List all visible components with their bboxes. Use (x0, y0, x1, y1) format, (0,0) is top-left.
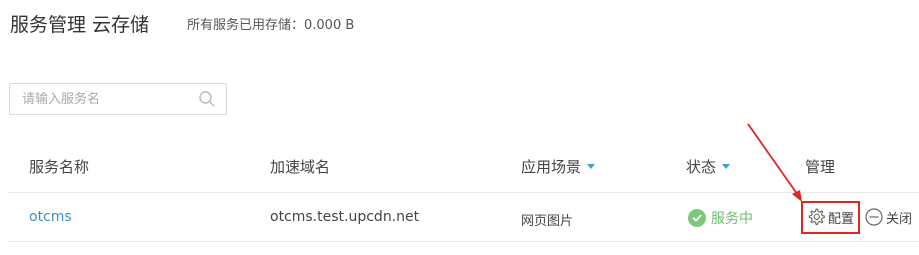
minus-circle-icon (865, 208, 883, 226)
column-header-name: 服务名称 (29, 158, 90, 176)
annotation-highlight-box (801, 201, 860, 234)
page-title: 服务管理 云存储 (10, 14, 150, 36)
column-header-status-label: 状态 (686, 158, 717, 176)
status-text: 服务中 (711, 211, 753, 227)
annotation-arrow (747, 123, 802, 202)
service-name-link[interactable]: otcms (29, 209, 72, 225)
row-divider (8, 241, 919, 242)
caret-down-icon[interactable] (587, 164, 596, 169)
caret-down-icon[interactable] (722, 164, 731, 169)
column-header-domain: 加速域名 (270, 158, 331, 176)
column-header-status[interactable]: 状态 (686, 156, 731, 177)
status-badge: 服务中 (688, 208, 753, 228)
service-domain: otcms.test.upcdn.net (270, 209, 420, 225)
search-input[interactable] (22, 84, 192, 114)
close-label: 关闭 (886, 211, 913, 227)
close-button[interactable]: 关闭 (864, 207, 912, 227)
column-header-scene[interactable]: 应用场景 (521, 156, 596, 177)
search-box (9, 83, 227, 115)
check-circle-icon (688, 209, 706, 227)
service-scene: 网页图片 (521, 214, 574, 229)
search-icon[interactable] (198, 90, 216, 108)
storage-usage-text: 所有服务已用存储：0.000 B (187, 18, 355, 33)
column-header-scene-label: 应用场景 (521, 158, 582, 176)
